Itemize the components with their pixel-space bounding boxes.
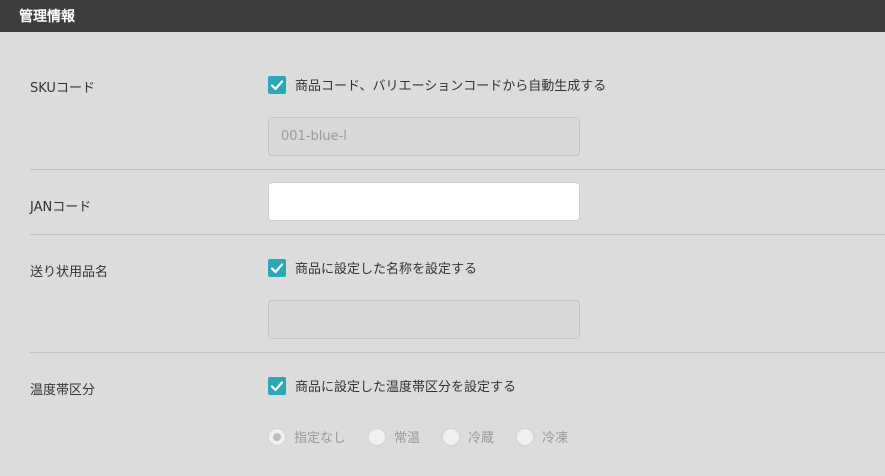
temperature-checkbox-label: 商品に設定した温度帯区分を設定する [295,380,517,395]
shipping-name-checkbox-row[interactable]: 商品に設定した名称を設定する [268,258,477,277]
divider [30,352,885,353]
radio-label: 冷蔵 [468,431,495,446]
section-title: 管理情報 [19,9,75,25]
radio-icon[interactable] [442,427,461,446]
radio-label: 常温 [394,431,421,446]
check-icon [270,380,284,391]
temperature-checkbox-row[interactable]: 商品に設定した温度帯区分を設定する [268,376,516,395]
radio-option-frozen[interactable]: 冷凍 [516,427,568,446]
radio-selected-icon[interactable] [268,427,286,446]
temperature-checkbox[interactable] [268,376,286,395]
sku-auto-generate-checkbox[interactable] [268,75,286,94]
shipping-name-checkbox[interactable] [268,258,286,277]
shipping-name-input[interactable] [268,300,580,339]
temperature-radio-group: 指定なし 常温 冷蔵 冷凍 [268,427,590,446]
radio-option-none[interactable]: 指定なし [268,427,346,446]
sku-input[interactable] [268,117,580,156]
radio-option-ambient[interactable]: 常温 [368,427,420,446]
shipping-name-label: 送り状用品名 [30,265,109,280]
radio-icon[interactable] [516,427,535,446]
radio-option-chilled[interactable]: 冷蔵 [442,427,494,446]
jan-input[interactable] [268,182,580,221]
sku-label: SKUコード [30,81,95,96]
radio-label: 冷凍 [542,431,569,446]
sku-auto-generate-checkbox-row[interactable]: 商品コード、バリエーションコードから自動生成する [268,75,606,94]
temperature-label: 温度帯区分 [30,383,96,398]
jan-label: JANコード [30,200,92,215]
radio-icon[interactable] [368,427,387,446]
divider [30,234,885,235]
check-icon [270,262,284,273]
section-header: 管理情報 [0,0,885,32]
check-icon [270,79,284,90]
shipping-name-checkbox-label: 商品に設定した名称を設定する [295,262,478,277]
radio-label: 指定なし [294,431,347,446]
sku-auto-generate-label: 商品コード、バリエーションコードから自動生成する [295,79,607,94]
divider [30,169,885,170]
